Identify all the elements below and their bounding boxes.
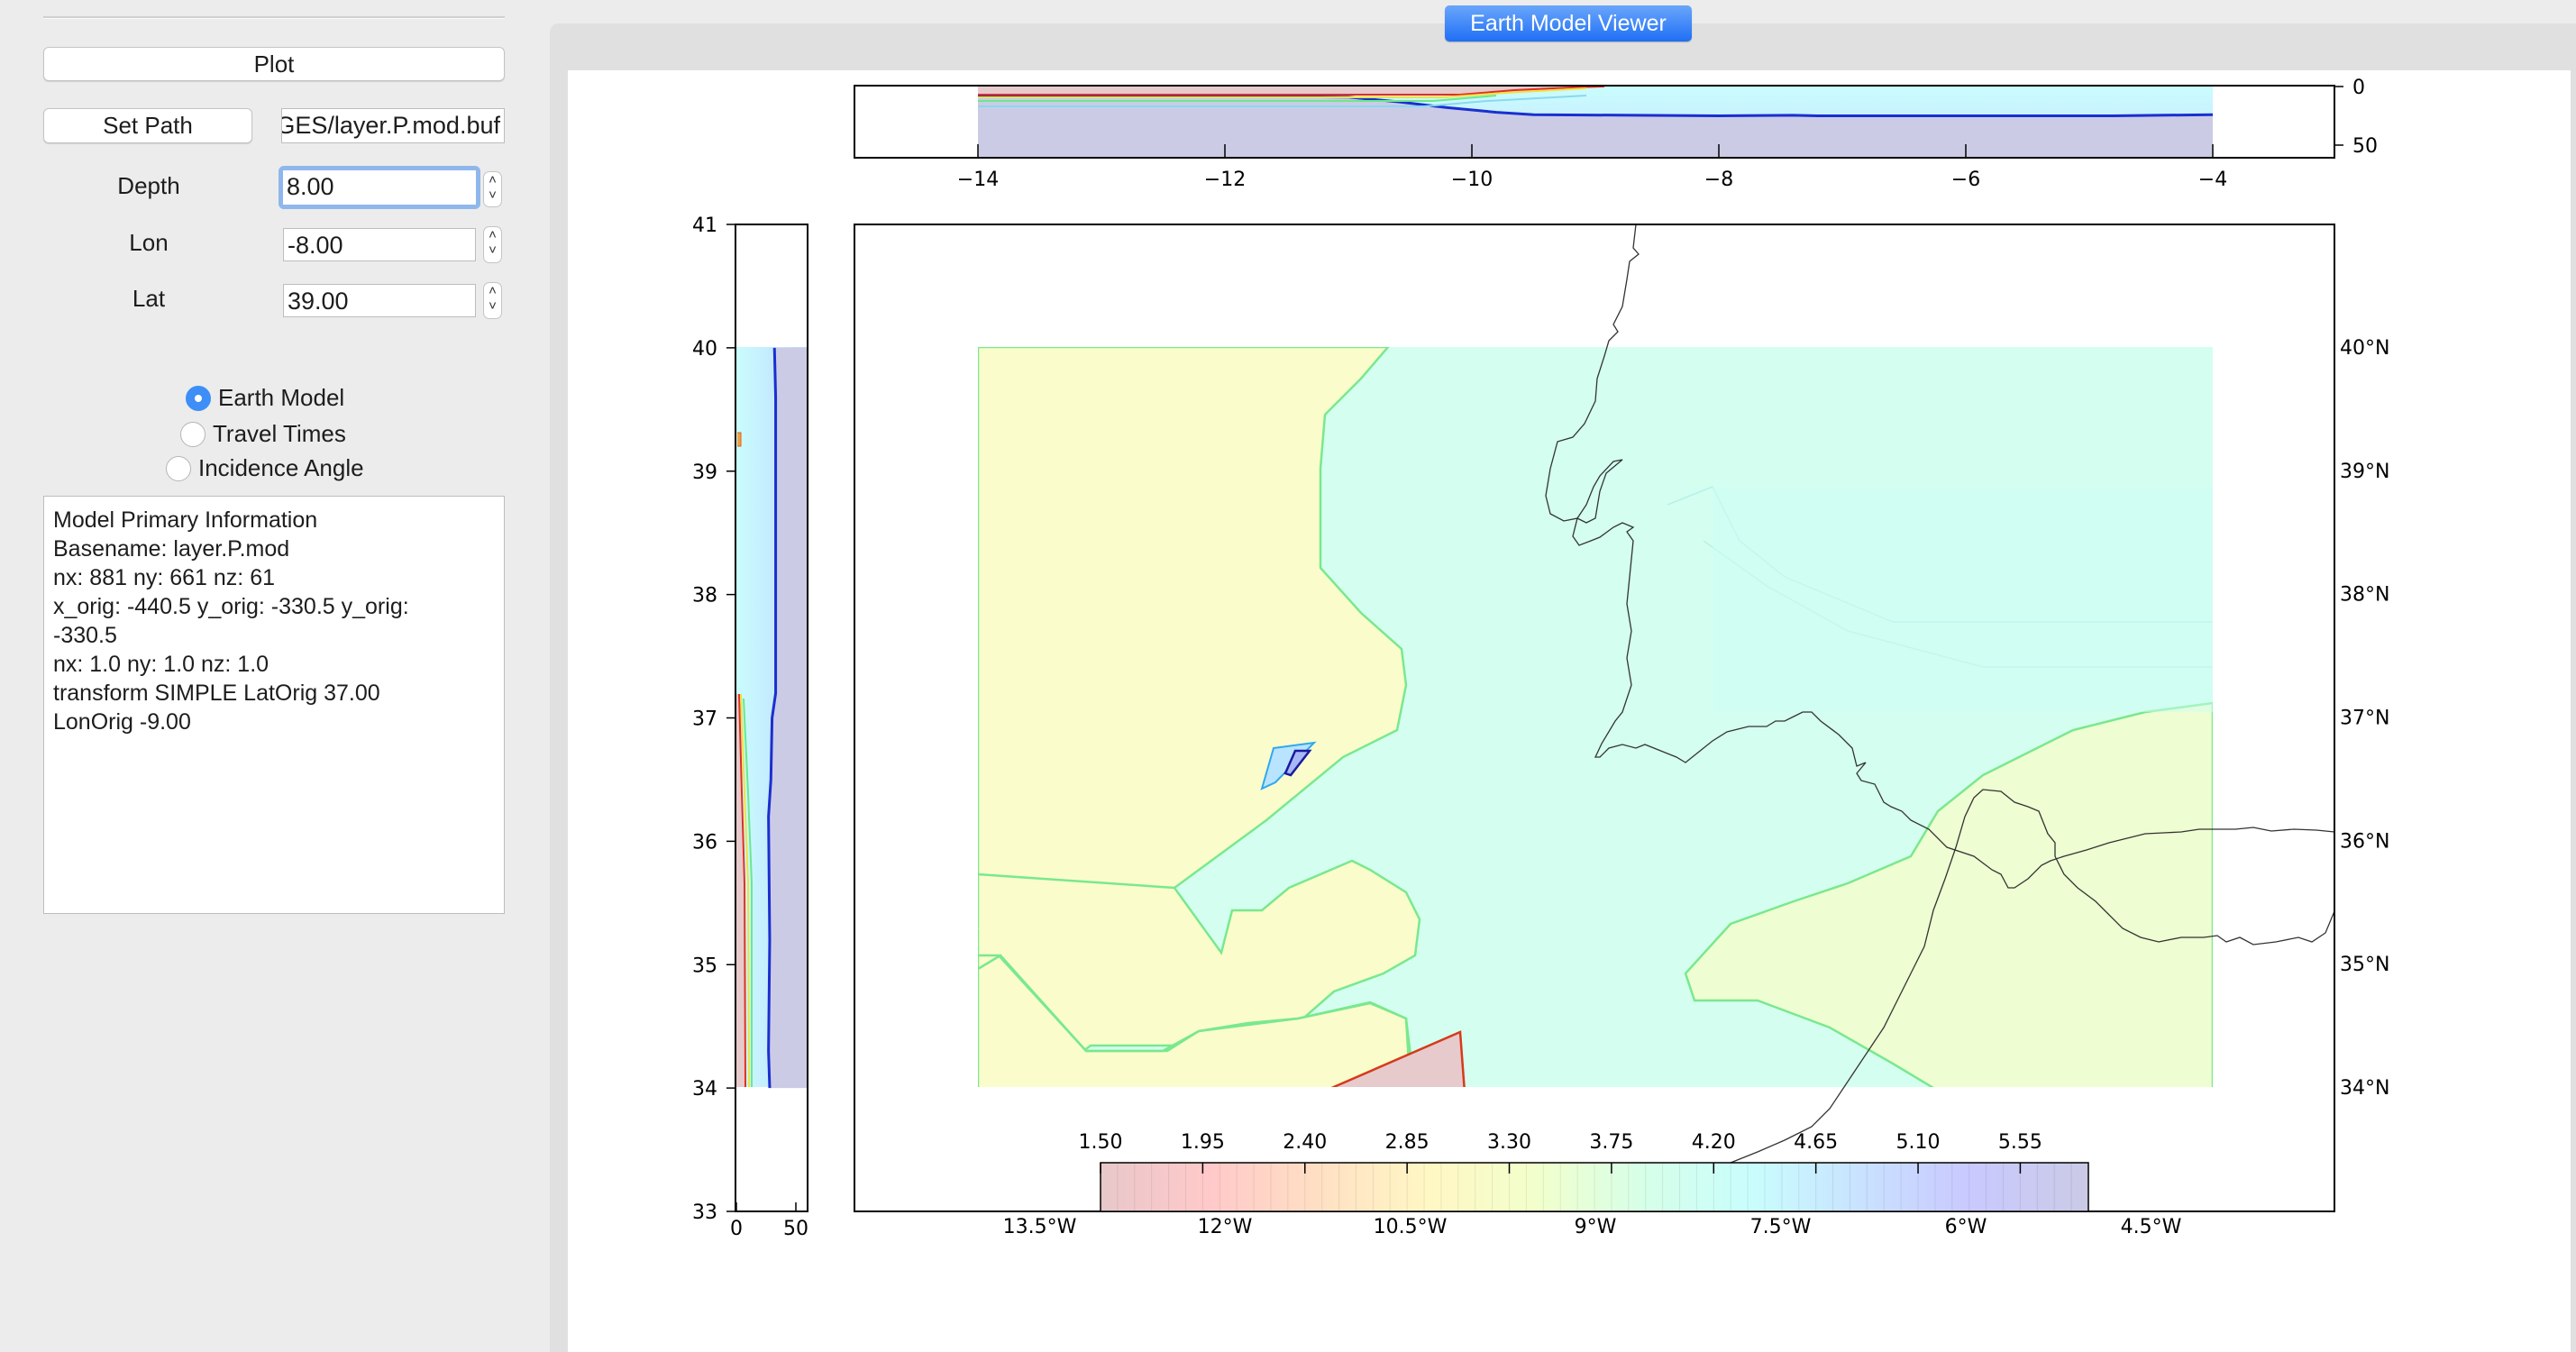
top-section-plot: −14 −12 −10 −8 −6 −4 0 50 (854, 77, 2378, 191)
velocity-map-plot: 13.5°W 12°W 10.5°W 9°W 7.5°W 6°W 4.5°W 34°N 35°… (854, 224, 2389, 1238)
left-section-small-anomaly (737, 432, 742, 447)
colorbar-tick-label: 5.55 (1998, 1131, 2042, 1154)
left-section-x-tick-label: 50 (783, 1218, 808, 1240)
map-lat-label: 38°N (2340, 584, 2389, 607)
map-lon-label: 7.5°W (1750, 1216, 1812, 1238)
map-lat-label: 34°N (2340, 1077, 2389, 1100)
top-section-x-tick-label: −12 (1204, 169, 1246, 191)
colorbar-tick-label: 4.65 (1794, 1131, 1838, 1154)
top-section-y-tick-label: 50 (2352, 135, 2378, 158)
map-lon-label: 4.5°W (2121, 1216, 2182, 1238)
top-section-x-tick-label: −14 (957, 169, 999, 191)
map-lon-label: 9°W (1575, 1216, 1617, 1238)
map-lon-label: 6°W (1945, 1216, 1987, 1238)
colorbar-tick-label: 3.75 (1589, 1131, 1633, 1154)
colorbar: 1.50 1.95 2.40 2.85 3.30 3.75 4.20 4.65 5.10 5.55 (1079, 1131, 2089, 1212)
colorbar-tick-label: 4.20 (1692, 1131, 1736, 1154)
colorbar-tick-label: 1.95 (1181, 1131, 1225, 1154)
colorbar-tick-label: 2.85 (1385, 1131, 1430, 1154)
map-lat-label: 39°N (2340, 461, 2389, 483)
top-section-y-tick-label: 0 (2352, 77, 2365, 99)
left-section-y-tick-label: 40 (692, 338, 717, 361)
top-section-x-tick-label: −4 (2198, 169, 2227, 191)
left-section-y-tick-label: 33 (692, 1201, 717, 1224)
left-section-x-tick-label: 0 (730, 1218, 743, 1240)
map-lon-label: 12°W (1198, 1216, 1253, 1238)
map-lat-label: 35°N (2340, 954, 2389, 976)
left-section-y-tick-label: 36 (692, 831, 717, 854)
top-section-x-tick-label: −6 (1951, 169, 1980, 191)
map-lat-label: 37°N (2340, 708, 2389, 730)
colorbar-tick-label: 2.40 (1283, 1131, 1327, 1154)
map-lat-label: 40°N (2340, 337, 2389, 360)
left-section-y-tick-label: 35 (692, 955, 717, 977)
top-section-x-tick-label: −8 (1704, 169, 1733, 191)
map-lon-label: 13.5°W (1003, 1216, 1077, 1238)
colorbar-tick-label: 1.50 (1079, 1131, 1123, 1154)
colorbar-tick-label: 5.10 (1896, 1131, 1941, 1154)
left-section-plot: 33 34 35 36 37 38 39 40 41 0 50 (692, 215, 808, 1240)
top-section-x-tick-label: −10 (1451, 169, 1493, 191)
left-section-y-tick-label: 38 (692, 585, 717, 607)
left-section-y-tick-label: 41 (692, 215, 717, 237)
map-lat-label: 36°N (2340, 830, 2389, 853)
figure-svg: −14 −12 −10 −8 −6 −4 0 50 33 34 35 36 37 38 39 40 41 0… (692, 77, 2389, 1240)
left-section-y-tick-label: 37 (692, 708, 717, 731)
map-region-faint-cyan (1713, 487, 2213, 712)
map-lon-label: 10.5°W (1374, 1216, 1448, 1238)
left-section-y-tick-label: 34 (692, 1078, 717, 1101)
left-section-y-tick-label: 39 (692, 461, 717, 484)
colorbar-tick-label: 3.30 (1487, 1131, 1531, 1154)
